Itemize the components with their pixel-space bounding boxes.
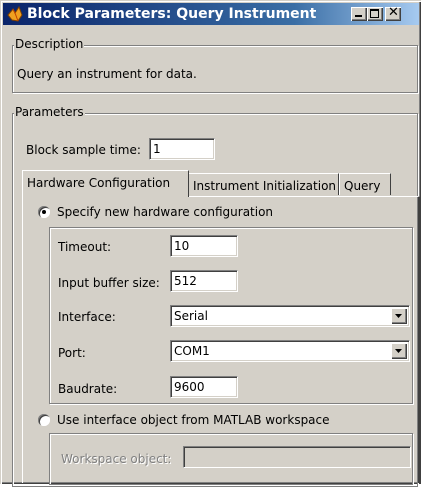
- port-dropdown[interactable]: COM1: [170, 340, 410, 362]
- baudrate-label: Baudrate:: [58, 382, 118, 396]
- use-interface-radio[interactable]: [38, 414, 50, 426]
- sample-time-label: Block sample time:: [26, 143, 141, 157]
- maximize-button[interactable]: [367, 7, 383, 21]
- maximize-icon: [370, 9, 379, 18]
- interface-label: Interface:: [58, 310, 116, 324]
- radio-selected-dot: [42, 210, 46, 214]
- tab-hardware-configuration[interactable]: Hardware Configuration: [22, 170, 189, 197]
- minimize-icon: [355, 15, 362, 17]
- port-dropdown-button[interactable]: [391, 343, 407, 359]
- chevron-down-icon: [395, 314, 402, 318]
- chevron-down-icon: [395, 349, 402, 353]
- timeout-field[interactable]: 10: [170, 235, 238, 257]
- interface-dropdown[interactable]: Serial: [170, 305, 410, 327]
- tab-instrument-initialization[interactable]: Instrument Initialization: [188, 173, 339, 195]
- timeout-label: Timeout:: [58, 240, 112, 254]
- workspace-object-label: Workspace object:: [61, 452, 172, 466]
- parameters-legend: Parameters: [14, 105, 85, 119]
- port-label: Port:: [58, 346, 86, 360]
- interface-dropdown-button[interactable]: [391, 308, 407, 324]
- close-icon: ✕: [388, 5, 399, 20]
- port-value: COM1: [174, 344, 210, 358]
- minimize-button[interactable]: [351, 7, 367, 21]
- simulink-block-icon: [7, 5, 23, 22]
- specify-new-radio[interactable]: [38, 206, 50, 218]
- sample-time-field[interactable]: 1: [149, 138, 215, 160]
- description-legend: Description: [14, 37, 85, 51]
- interface-value: Serial: [174, 309, 208, 323]
- specify-new-label: Specify new hardware configuration: [57, 205, 274, 219]
- window-title: Block Parameters: Query Instrument: [27, 6, 317, 22]
- description-text: Query an instrument for data.: [17, 67, 197, 81]
- workspace-object-field[interactable]: [183, 446, 411, 468]
- close-button[interactable]: ✕: [385, 5, 401, 21]
- input-buffer-field[interactable]: 512: [170, 270, 238, 292]
- title-bar[interactable]: Block Parameters: Query Instrument ✕: [3, 3, 419, 25]
- tab-query[interactable]: Query: [339, 173, 391, 195]
- input-buffer-label: Input buffer size:: [58, 276, 160, 290]
- use-interface-label: Use interface object from MATLAB workspa…: [57, 413, 330, 427]
- baudrate-field[interactable]: 9600: [170, 376, 238, 398]
